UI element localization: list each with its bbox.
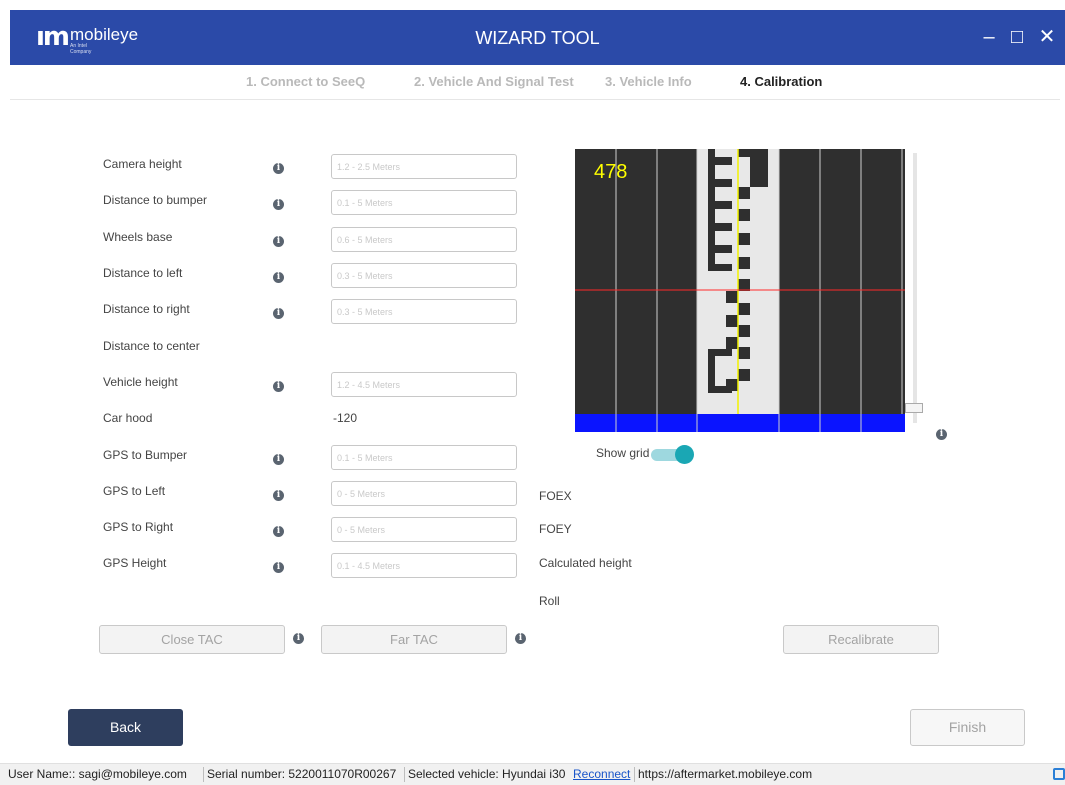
camera-value: 478 (594, 161, 628, 183)
gps-to-bumper-label: GPS to Bumper (103, 448, 188, 462)
status-bar: User Name:: sagi@mobileye.com Serial num… (0, 763, 1065, 785)
maximize-icon[interactable]: □ (1004, 22, 1030, 52)
info-icon[interactable]: i (273, 236, 284, 247)
title-bar: ım mobileye An Intel Company WIZARD TOOL… (10, 10, 1065, 65)
car-hood-label: Car hood (103, 411, 153, 425)
gps-to-bumper-input[interactable] (331, 445, 517, 470)
status-vehicle: Selected vehicle: Hyundai i30 (408, 767, 566, 781)
info-icon[interactable]: i (273, 199, 284, 210)
roll-label: Roll (539, 594, 560, 608)
wizard-steps: 1. Connect to SeeQ 2. Vehicle And Signal… (0, 74, 1065, 96)
gps-to-left-label: GPS to Left (103, 484, 166, 498)
vertical-slider-track[interactable] (913, 153, 917, 423)
step-calibration[interactable]: 4. Calibration (740, 74, 822, 89)
distance-to-bumper-label: Distance to bumper (103, 193, 208, 207)
camera-height-input[interactable] (331, 154, 517, 179)
vehicle-height-input[interactable] (331, 372, 517, 397)
far-tac-button[interactable]: Far TAC (321, 625, 507, 654)
status-user: User Name:: sagi@mobileye.com (8, 767, 187, 781)
status-separator (634, 767, 635, 782)
camera-height-label: Camera height (103, 157, 182, 171)
distance-to-right-label: Distance to right (103, 302, 190, 316)
show-grid-toggle[interactable] (651, 444, 695, 464)
distance-to-center-label: Distance to center (103, 339, 200, 353)
hood-marker-bar (575, 414, 905, 432)
foex-label: FOEX (539, 489, 572, 503)
gps-height-label: GPS Height (103, 556, 167, 570)
wheels-base-label: Wheels base (103, 230, 173, 244)
info-icon[interactable]: i (273, 454, 284, 465)
calculated-height-label: Calculated height (539, 556, 632, 570)
distance-to-bumper-input[interactable] (331, 190, 517, 215)
status-separator (404, 767, 405, 782)
finish-button[interactable]: Finish (910, 709, 1025, 746)
info-icon[interactable]: i (273, 490, 284, 501)
foey-label: FOEY (539, 522, 572, 536)
step-vehicle-and-signal-test[interactable]: 2. Vehicle And Signal Test (414, 74, 574, 89)
distance-to-left-label: Distance to left (103, 266, 183, 280)
reconnect-link[interactable]: Reconnect (573, 764, 630, 785)
close-icon[interactable]: ✕ (1034, 22, 1060, 52)
app-title: WIZARD TOOL (475, 28, 600, 48)
info-icon[interactable]: i (273, 381, 284, 392)
camera-image (575, 149, 905, 432)
step-connect-to-seeq[interactable]: 1. Connect to SeeQ (246, 74, 365, 89)
toggle-knob (675, 445, 694, 464)
recalibrate-button[interactable]: Recalibrate (783, 625, 939, 654)
info-icon[interactable]: i (936, 429, 947, 440)
vehicle-height-label: Vehicle height (103, 375, 178, 389)
info-icon[interactable]: i (273, 163, 284, 174)
info-icon[interactable]: i (273, 272, 284, 283)
info-icon[interactable]: i (293, 633, 304, 644)
info-icon[interactable]: i (515, 633, 526, 644)
step-vehicle-info[interactable]: 3. Vehicle Info (605, 74, 692, 89)
status-window-icon[interactable] (1053, 768, 1065, 780)
close-tac-button[interactable]: Close TAC (99, 625, 285, 654)
info-icon[interactable]: i (273, 526, 284, 537)
wheels-base-input[interactable] (331, 227, 517, 252)
status-serial: Serial number: 5220011070R00267 (207, 767, 397, 781)
status-separator (203, 767, 204, 782)
status-url: https://aftermarket.mobileye.com (638, 767, 813, 781)
steps-divider (10, 99, 1060, 100)
gps-to-right-input[interactable] (331, 517, 517, 542)
distance-to-right-input[interactable] (331, 299, 517, 324)
gps-to-right-label: GPS to Right (103, 520, 174, 534)
info-icon[interactable]: i (273, 562, 284, 573)
gps-height-input[interactable] (331, 553, 517, 578)
vertical-slider-thumb[interactable] (905, 403, 923, 413)
camera-calibration-view[interactable]: 478 (575, 149, 905, 432)
distance-to-left-input[interactable] (331, 263, 517, 288)
show-grid-label: Show grid (596, 446, 650, 460)
minimize-icon[interactable]: – (976, 22, 1002, 52)
gps-to-left-input[interactable] (331, 481, 517, 506)
info-icon[interactable]: i (273, 308, 284, 319)
back-button[interactable]: Back (68, 709, 183, 746)
car-hood-value: -120 (333, 411, 358, 425)
